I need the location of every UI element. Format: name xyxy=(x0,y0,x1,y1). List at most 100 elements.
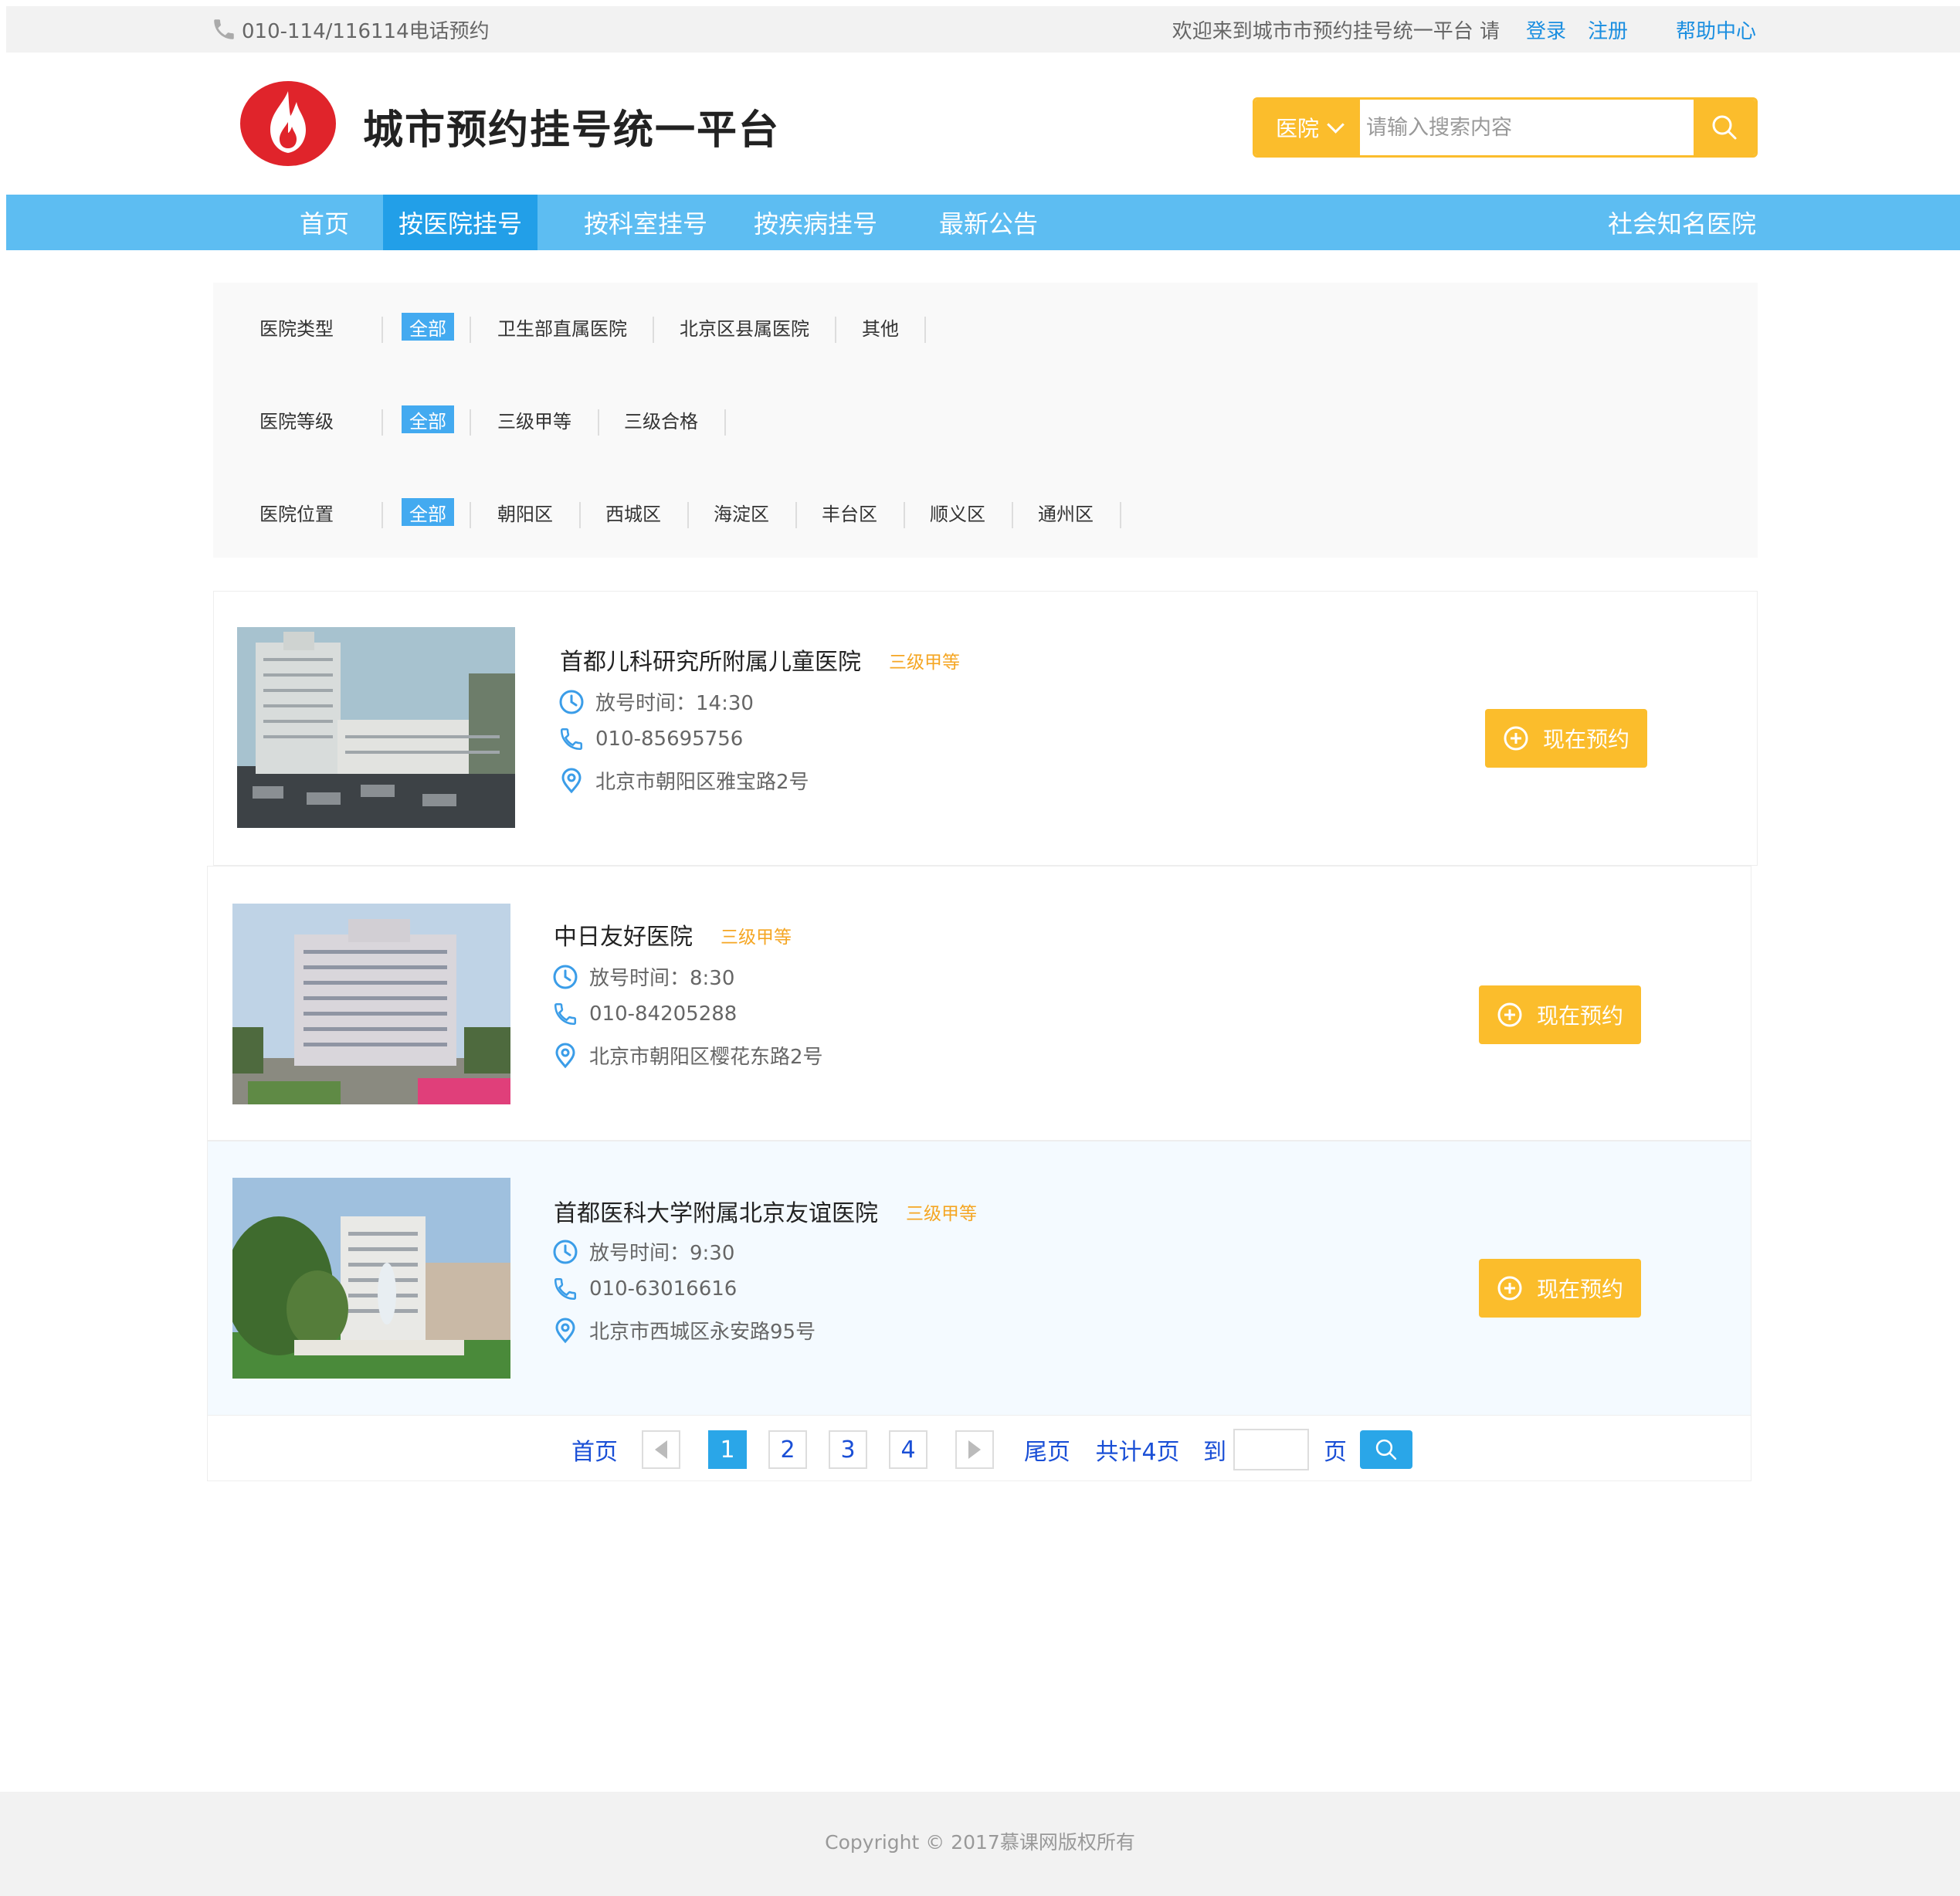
page-number[interactable]: 2 xyxy=(768,1430,807,1469)
pagination: 首页 1 2 3 4 尾页 共计4页 到 页 xyxy=(207,1415,1751,1481)
book-now-label: 现在预约 xyxy=(1536,1277,1623,1302)
flame-logo-icon[interactable] xyxy=(239,80,337,167)
filter-row-type: 医院类型 全部 卫生部直属医院 北京区县属医院 其他 xyxy=(213,307,1758,346)
nav-item-home[interactable]: 首页 xyxy=(278,195,371,250)
divider xyxy=(579,502,581,528)
hospital-phone-text: 010-84205288 xyxy=(589,1002,738,1026)
filter-option[interactable]: 丰台区 xyxy=(822,497,877,527)
plus-circle-icon xyxy=(1504,726,1528,751)
nav-item-by-hospital[interactable]: 按医院挂号 xyxy=(383,195,537,250)
release-time-text: 放号时间：14:30 xyxy=(595,692,754,715)
filter-label: 医院位置 xyxy=(259,503,334,525)
hospital-card: 中日友好医院 三级甲等 放号时间：8:30 010-84205288 北京市朝阳… xyxy=(207,866,1751,1141)
goto-label: 到 xyxy=(1203,1439,1226,1466)
filter-option[interactable]: 卫生部直属医院 xyxy=(497,311,627,342)
register-link[interactable]: 注册 xyxy=(1588,15,1628,44)
hospital-phone: 010-63016616 xyxy=(552,1276,737,1302)
book-now-button[interactable]: 现在预约 xyxy=(1479,1259,1641,1318)
filter-option[interactable]: 其他 xyxy=(862,311,899,342)
page-number-current[interactable]: 1 xyxy=(708,1430,747,1469)
hospital-address: 北京市朝阳区雅宝路2号 xyxy=(558,766,809,795)
divider xyxy=(904,502,905,528)
hospital-phone-text: 010-85695756 xyxy=(595,728,744,751)
filter-option[interactable]: 朝阳区 xyxy=(497,497,553,527)
book-now-button[interactable]: 现在预约 xyxy=(1485,709,1647,768)
hospital-phone-text: 010-63016616 xyxy=(589,1277,738,1301)
filter-row-location: 医院位置 全部 朝阳区 西城区 海淀区 丰台区 顺义区 通州区 xyxy=(213,493,1758,531)
hospital-level: 三级甲等 xyxy=(889,653,960,673)
hospital-phone: 010-85695756 xyxy=(558,726,743,752)
divider xyxy=(687,502,689,528)
divider xyxy=(381,317,383,343)
help-center-link[interactable]: 帮助中心 xyxy=(1676,15,1756,44)
filter-option-all[interactable]: 全部 xyxy=(402,313,454,341)
search-category-select[interactable]: 医院 xyxy=(1255,100,1360,155)
filter-label: 医院等级 xyxy=(259,410,334,432)
prev-page-button[interactable] xyxy=(642,1430,680,1469)
divider xyxy=(598,409,599,436)
filter-option[interactable]: 西城区 xyxy=(605,497,661,527)
divider xyxy=(470,502,471,528)
divider xyxy=(470,317,471,343)
filter-option[interactable]: 通州区 xyxy=(1038,497,1094,527)
release-time-text: 放号时间：8:30 xyxy=(589,967,735,990)
clock-icon xyxy=(553,1240,578,1263)
divider xyxy=(795,502,797,528)
next-page-button[interactable] xyxy=(955,1430,994,1469)
hospital-name[interactable]: 中日友好医院 xyxy=(554,917,693,951)
search-icon xyxy=(1712,115,1737,140)
release-time: 放号时间：9:30 xyxy=(552,1237,734,1266)
hospital-name[interactable]: 首都儿科研究所附属儿童医院 xyxy=(560,643,861,677)
phone-hotline: 010-114/116114电话预约 xyxy=(211,14,490,45)
nav-item-famous-hospitals[interactable]: 社会知名医院 xyxy=(1597,195,1767,250)
search-input[interactable] xyxy=(1360,100,1694,155)
footer: Copyright © 2017慕课网版权所有 xyxy=(0,1792,1960,1896)
hospital-photo[interactable] xyxy=(232,904,510,1104)
hospital-address: 北京市朝阳区樱花东路2号 xyxy=(552,1041,823,1070)
chevron-down-icon xyxy=(1327,116,1345,134)
clock-icon xyxy=(553,965,578,989)
hospital-phone: 010-84205288 xyxy=(552,1001,737,1027)
page-number[interactable]: 3 xyxy=(829,1430,867,1469)
search-icon xyxy=(1375,1439,1397,1460)
location-pin-icon xyxy=(555,1043,575,1068)
search-category-label: 医院 xyxy=(1275,116,1319,141)
divider xyxy=(653,317,654,343)
welcome-text: 欢迎来到城市市预约挂号统一平台 请 xyxy=(1172,19,1500,43)
total-pages: 共计4页 xyxy=(1095,1439,1180,1466)
book-now-label: 现在预约 xyxy=(1536,1003,1623,1029)
phone-text: 010-114/116114电话预约 xyxy=(242,19,490,43)
divider xyxy=(1120,502,1121,528)
book-now-button[interactable]: 现在预约 xyxy=(1479,985,1641,1044)
page-unit-label: 页 xyxy=(1324,1439,1347,1466)
filter-option-all[interactable]: 全部 xyxy=(402,405,454,433)
search-button[interactable] xyxy=(1694,100,1755,155)
triangle-left-icon xyxy=(655,1440,667,1459)
copyright-text: Copyright © 2017慕课网版权所有 xyxy=(825,1831,1135,1854)
book-now-label: 现在预约 xyxy=(1542,727,1629,752)
nav-item-by-disease[interactable]: 按疾病挂号 xyxy=(738,195,893,250)
hospital-level: 三级甲等 xyxy=(906,1204,977,1224)
goto-page-button[interactable] xyxy=(1360,1430,1412,1469)
goto-page-input[interactable] xyxy=(1233,1429,1309,1470)
filter-option[interactable]: 三级合格 xyxy=(624,404,698,435)
hospital-card: 首都儿科研究所附属儿童医院 三级甲等 放号时间：14:30 010-856957… xyxy=(213,591,1758,866)
page-number[interactable]: 4 xyxy=(889,1430,927,1469)
nav-item-by-department[interactable]: 按科室挂号 xyxy=(568,195,723,250)
last-page-link[interactable]: 尾页 xyxy=(1020,1430,1074,1469)
hospital-photo[interactable] xyxy=(237,627,515,828)
filter-option[interactable]: 三级甲等 xyxy=(497,404,571,435)
divider xyxy=(381,409,383,436)
divider xyxy=(470,409,471,436)
first-page-link[interactable]: 首页 xyxy=(568,1430,622,1469)
filter-option[interactable]: 顺义区 xyxy=(930,497,985,527)
filter-label: 医院类型 xyxy=(259,317,334,340)
nav-item-announcements[interactable]: 最新公告 xyxy=(911,195,1066,250)
filter-option-all[interactable]: 全部 xyxy=(402,498,454,526)
location-pin-icon xyxy=(555,1318,575,1343)
hospital-name[interactable]: 首都医科大学附属北京友谊医院 xyxy=(554,1194,878,1228)
hospital-photo[interactable] xyxy=(232,1178,510,1379)
filter-option[interactable]: 北京区县属医院 xyxy=(680,311,809,342)
login-link[interactable]: 登录 xyxy=(1526,15,1566,44)
filter-option[interactable]: 海淀区 xyxy=(714,497,769,527)
